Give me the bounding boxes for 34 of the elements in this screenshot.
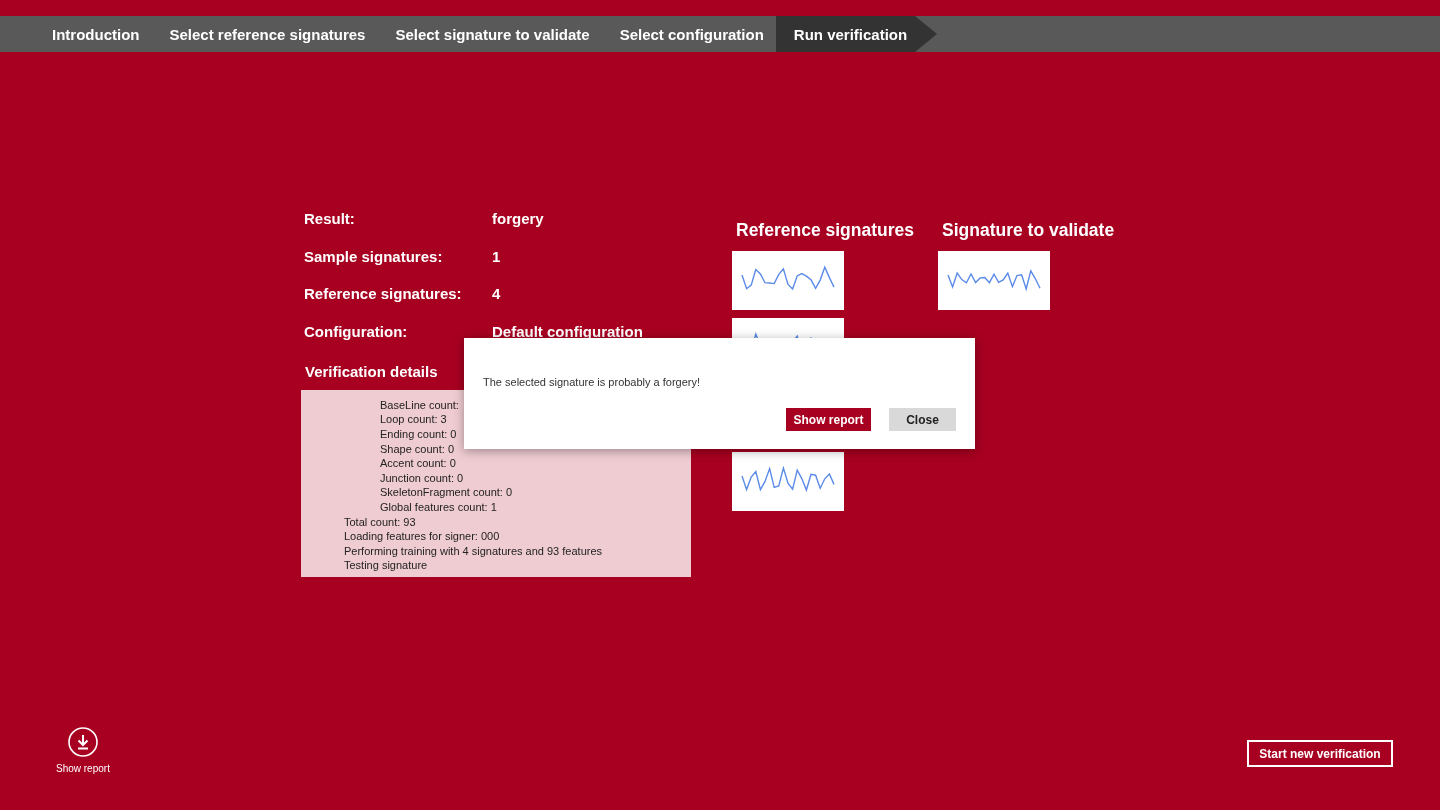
log-line: Shape count: 0 — [380, 441, 455, 457]
download-icon[interactable] — [67, 727, 98, 757]
step-tab[interactable]: Select reference signatures — [151, 16, 374, 52]
step-tab[interactable]: Introduction — [34, 16, 148, 52]
log-line: Junction count: 0 — [380, 470, 465, 486]
section-title: Reference signatures — [735, 219, 914, 242]
summary-label: Sample signatures: — [304, 247, 444, 267]
summary-value: 1 — [492, 247, 501, 267]
app-bar-label: Show report — [56, 763, 110, 774]
log-line: Loop count: 3 — [380, 412, 448, 428]
log-line: Ending count: 0 — [380, 427, 458, 442]
dialog-button[interactable]: Show report — [786, 408, 871, 431]
section-title: Signature to validate — [941, 219, 1115, 242]
log-line: BaseLine count: — [380, 397, 460, 413]
summary-label: Configuration: — [304, 322, 409, 342]
log-line: Performing training with 4 signatures and 93 features — [344, 543, 604, 559]
summary-label: Result: — [304, 210, 356, 229]
log-line: Total count: 93 — [344, 514, 417, 530]
log-line: SkeletonFragment count: 0 — [380, 485, 514, 501]
summary-value: forgery — [492, 210, 544, 229]
log-line: Loading features for signer: 000 — [344, 529, 501, 544]
summary-value: Default configuration — [492, 322, 643, 342]
dialog-button[interactable]: Close — [889, 408, 956, 431]
log-line: Accent count: 0 — [380, 456, 457, 471]
log-line: Testing signature — [344, 558, 429, 573]
step-arrow-icon — [915, 16, 938, 52]
step-tab[interactable]: Select configuration — [601, 16, 772, 52]
dialog-message: The selected signature is probably a forgery! — [483, 376, 702, 388]
step-tab[interactable]: Select signature to validate — [377, 16, 598, 52]
summary-value: 4 — [492, 285, 501, 304]
log-line: Global features count: 1 — [380, 500, 498, 515]
start-new-verification-button[interactable]: Start new verification — [1247, 740, 1393, 767]
details-title: Verification details — [305, 363, 438, 380]
summary-label: Reference signatures: — [304, 285, 463, 304]
